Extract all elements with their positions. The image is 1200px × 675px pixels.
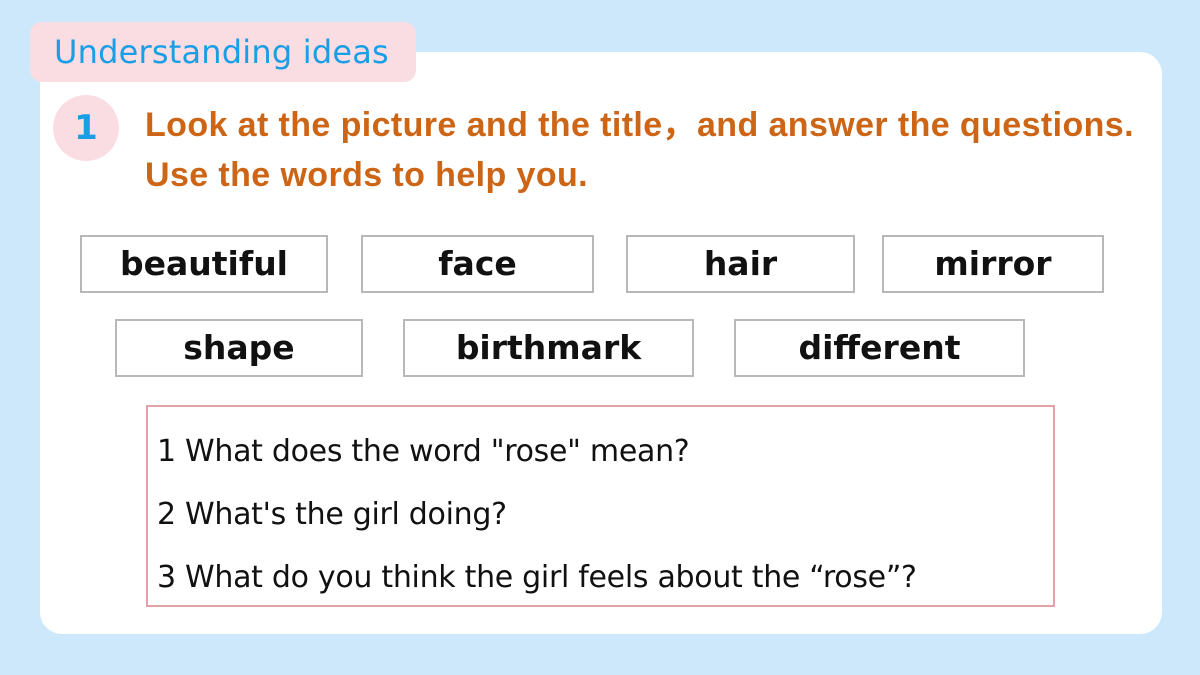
word-box-face: face — [361, 235, 594, 293]
word-box-shape: shape — [115, 319, 363, 377]
question-1: 1 What does the word "rose" mean? — [157, 434, 690, 469]
exercise-instruction: Look at the picture and the title，and an… — [145, 106, 1134, 194]
questions-box: 1 What does the word "rose" mean? 2 What… — [146, 405, 1055, 607]
word-box-beautiful: beautiful — [80, 235, 328, 293]
question-2: 2 What's the girl doing? — [157, 497, 507, 532]
word-box-mirror: mirror — [882, 235, 1104, 293]
word-box-birthmark: birthmark — [403, 319, 694, 377]
exercise-number-badge: 1 — [53, 95, 119, 161]
word-box-hair: hair — [626, 235, 855, 293]
question-3: 3 What do you think the girl feels about… — [157, 560, 917, 595]
section-title: Understanding ideas — [30, 22, 416, 82]
word-box-different: different — [734, 319, 1025, 377]
